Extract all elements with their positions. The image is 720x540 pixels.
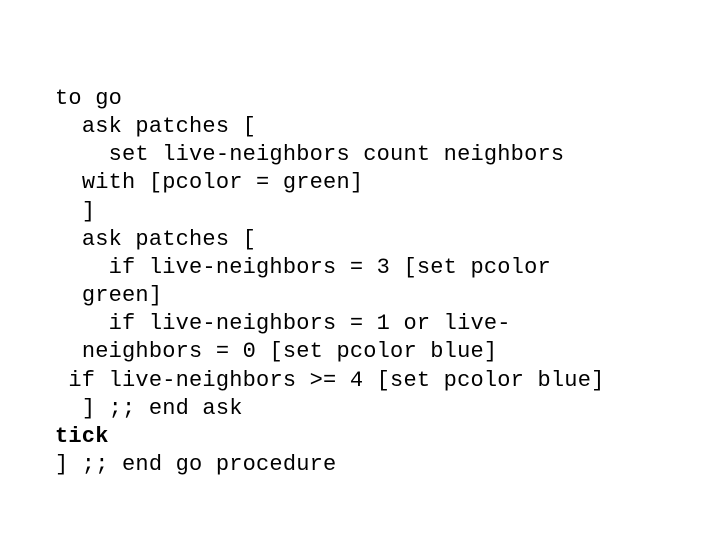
code-line: to go	[55, 86, 122, 111]
code-line: if live-neighbors = 1 or live-	[55, 311, 511, 336]
code-block: to go ask patches [ set live-neighbors c…	[55, 85, 665, 479]
code-line: if live-neighbors = 3 [set pcolor	[55, 255, 551, 280]
code-line: if live-neighbors >= 4 [set pcolor blue]	[55, 368, 605, 393]
code-line: green]	[55, 283, 162, 308]
code-line: with [pcolor = green]	[55, 170, 363, 195]
code-line: ask patches [	[55, 227, 256, 252]
code-line: ]	[55, 199, 95, 224]
code-line: set live-neighbors count neighbors	[55, 142, 564, 167]
code-line: ] ;; end go procedure	[55, 452, 336, 477]
code-line: ask patches [	[55, 114, 256, 139]
code-line: neighbors = 0 [set pcolor blue]	[55, 339, 497, 364]
code-line-bold: tick	[55, 424, 109, 449]
code-line: ] ;; end ask	[55, 396, 243, 421]
